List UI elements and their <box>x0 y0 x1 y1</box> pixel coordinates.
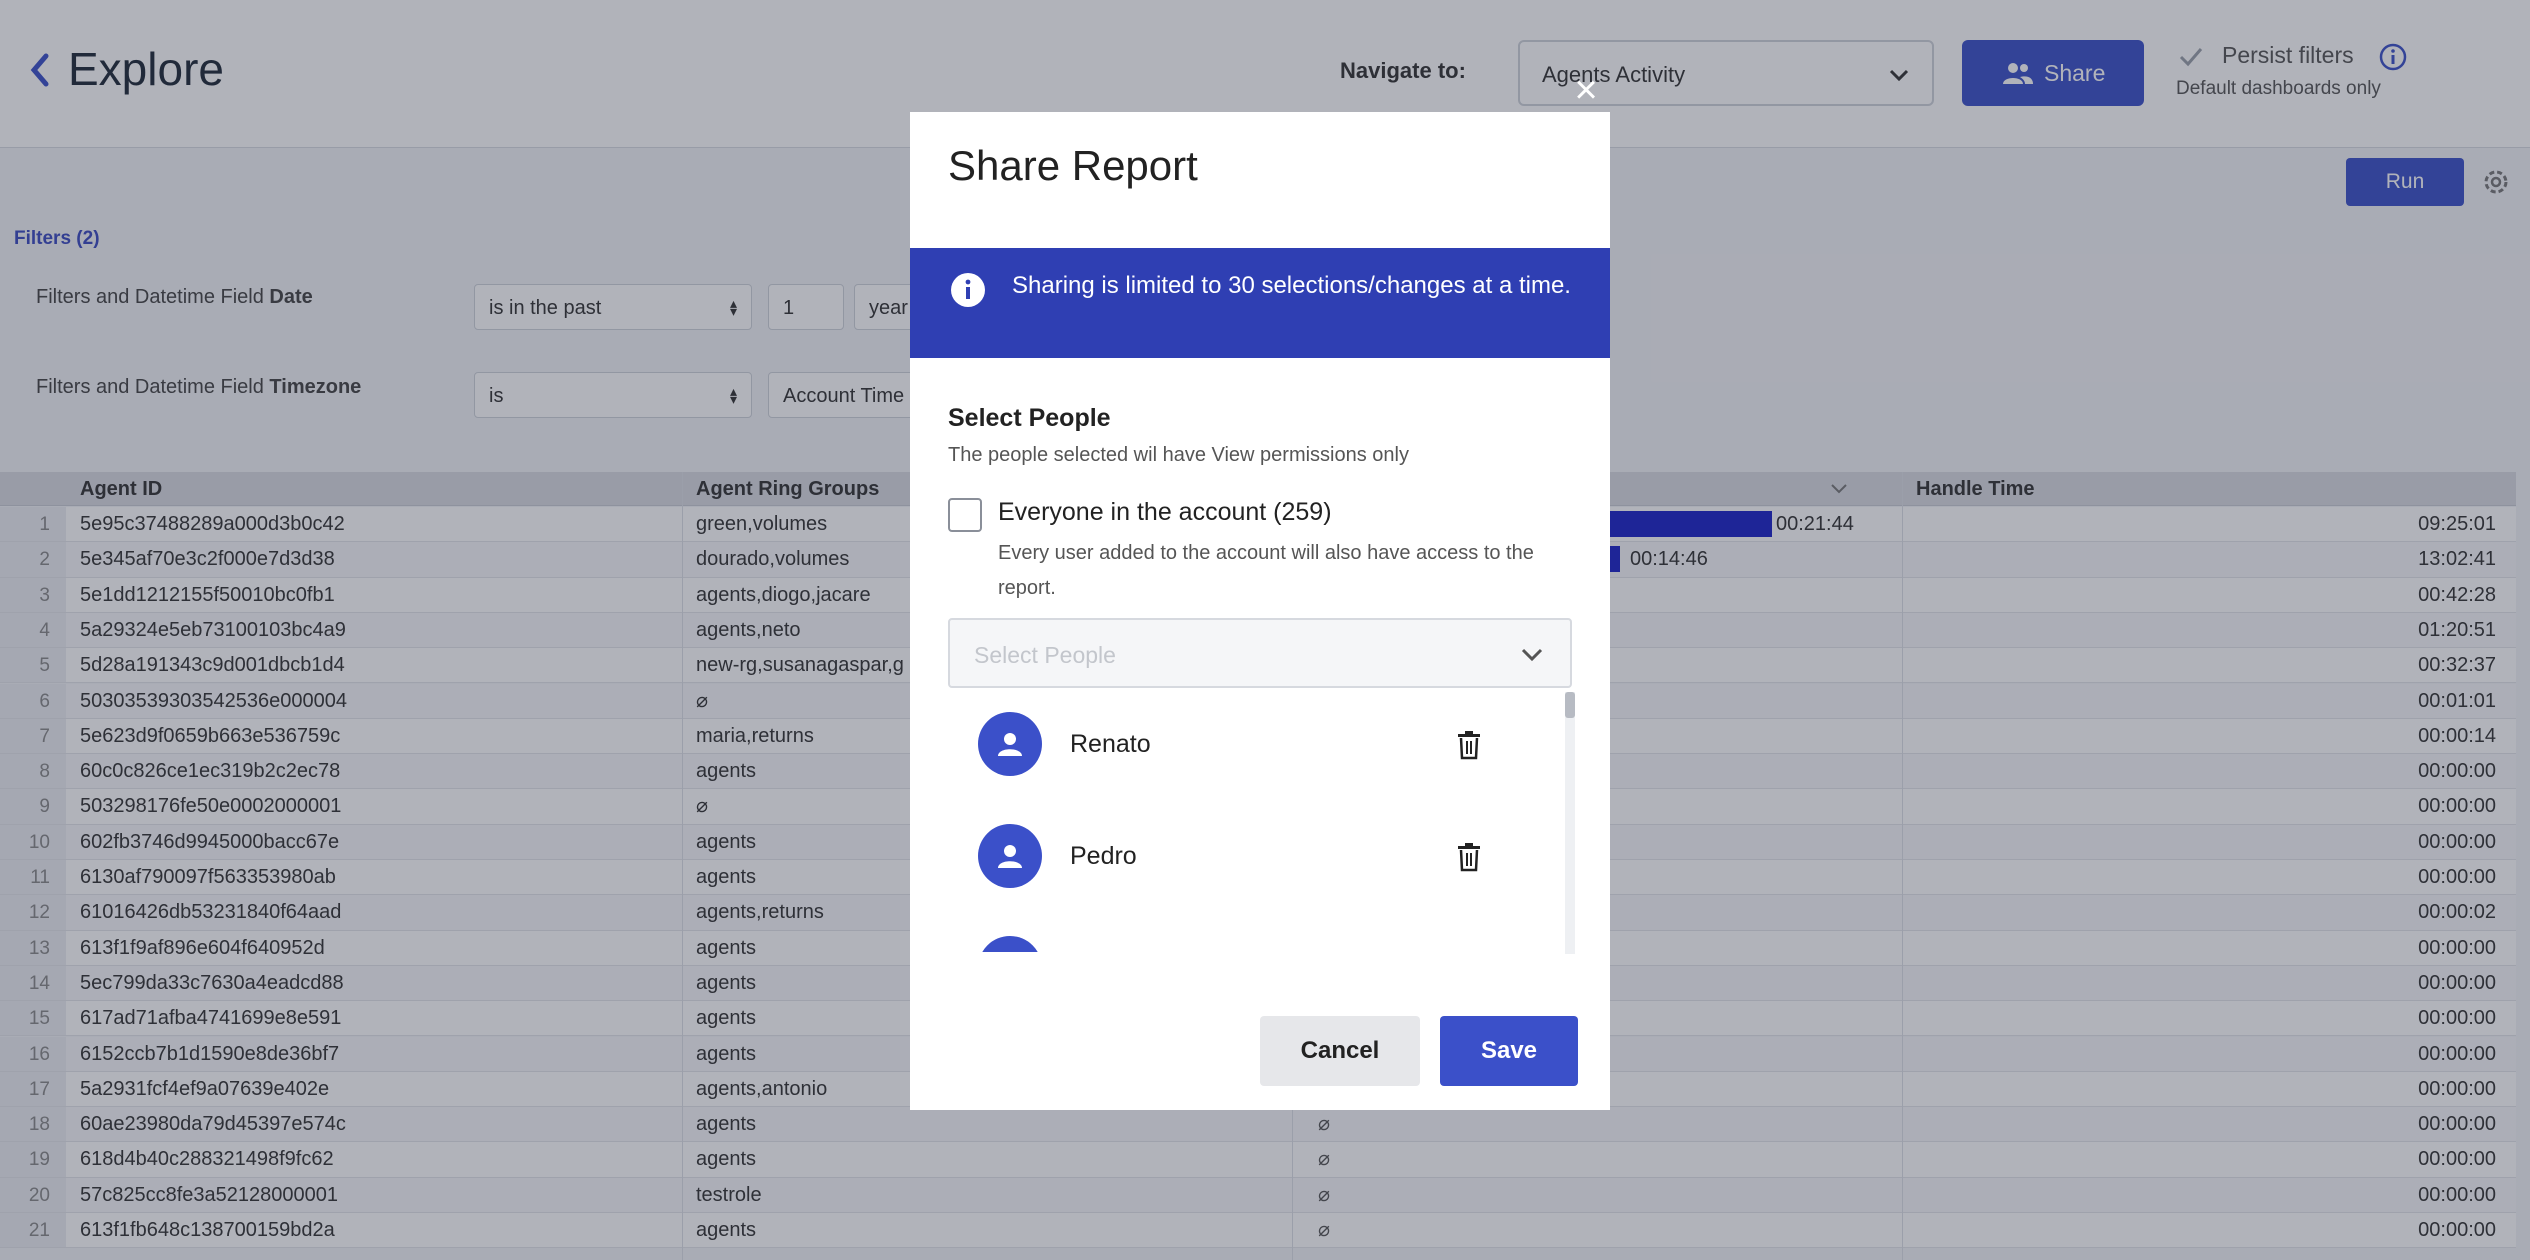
share-report-modal: Share Report Sharing is limited to 30 se… <box>910 112 1610 1110</box>
trash-icon[interactable] <box>1456 842 1482 872</box>
user-icon <box>998 733 1022 756</box>
avatar <box>978 936 1042 952</box>
chevron-down-icon <box>1521 648 1543 662</box>
people-list-scrollbar[interactable] <box>1565 692 1575 954</box>
person-name: Pedro <box>1070 842 1137 870</box>
modal-title: Share Report <box>948 142 1198 189</box>
trash-icon[interactable] <box>1456 730 1482 760</box>
user-icon <box>998 845 1022 868</box>
person-item: Renato <box>948 690 1548 802</box>
person-item <box>948 914 1548 952</box>
save-button[interactable]: Save <box>1440 1016 1578 1086</box>
everyone-subtext: Every user added to the account will als… <box>998 542 1534 599</box>
info-banner-text: Sharing is limited to 30 selections/chan… <box>1012 272 1571 299</box>
person-name: Renato <box>1070 730 1151 758</box>
person-item: Pedro <box>948 802 1548 914</box>
info-banner: Sharing is limited to 30 selections/chan… <box>910 248 1610 358</box>
select-people-subtext: The people selected wil have View permis… <box>948 444 1409 466</box>
close-icon[interactable]: × <box>1566 70 1606 110</box>
everyone-label[interactable]: Everyone in the account (259) <box>998 498 1332 527</box>
cancel-button[interactable]: Cancel <box>1260 1016 1420 1086</box>
select-people-placeholder: Select People <box>974 642 1116 668</box>
select-people-heading: Select People <box>948 404 1111 432</box>
everyone-checkbox[interactable] <box>948 498 982 532</box>
selected-people-list: Renato Pedro <box>948 690 1572 952</box>
avatar <box>978 824 1042 888</box>
info-icon <box>951 273 985 307</box>
avatar <box>978 712 1042 776</box>
scrollbar-thumb[interactable] <box>1565 692 1575 718</box>
select-people-dropdown[interactable]: Select People <box>948 618 1572 688</box>
